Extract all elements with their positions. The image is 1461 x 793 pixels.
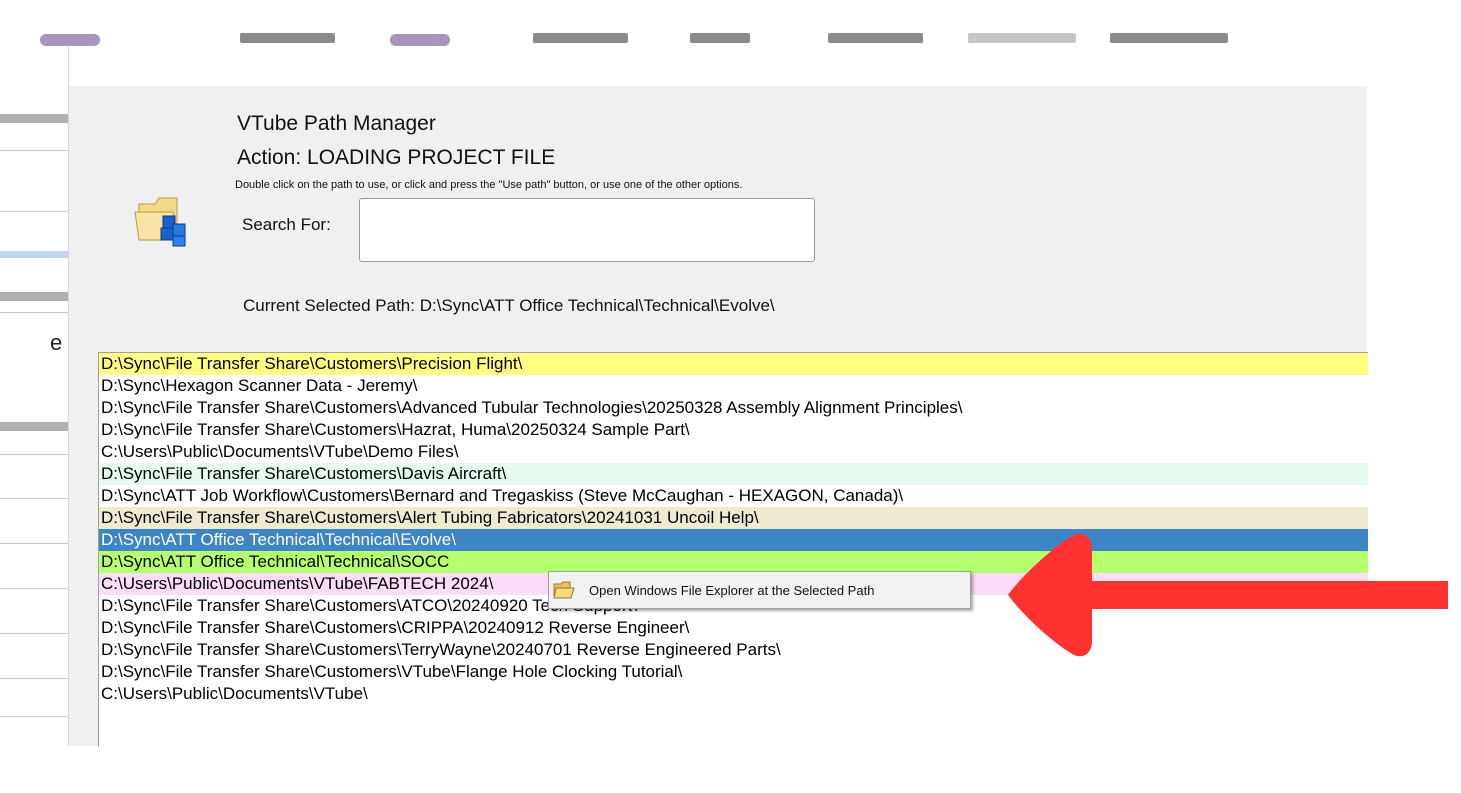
- toolbar-button-load-project[interactable]: [240, 33, 335, 43]
- path-list-item[interactable]: D:\Sync\File Transfer Share\Customers\Ad…: [99, 397, 1368, 419]
- dialog-action: Action: LOADING PROJECT FILE: [237, 146, 556, 169]
- background-left-panel: e: [0, 46, 68, 746]
- toolbar-button-custom-options[interactable]: [1110, 33, 1228, 43]
- toolbar-button-close-project[interactable]: [828, 33, 923, 43]
- dialog-title: VTube Path Manager: [237, 112, 436, 135]
- path-list-item[interactable]: C:\Users\Public\Documents\VTube\Demo Fil…: [99, 441, 1368, 463]
- dialog-header-strip: [69, 46, 1367, 86]
- red-arrow-icon: [1008, 533, 1448, 657]
- search-label: Search For:: [242, 215, 331, 234]
- toolbar-icon: [390, 34, 450, 46]
- toolbar-button-undo[interactable]: [968, 33, 1076, 43]
- folder-open-icon: [553, 581, 575, 599]
- path-list-item[interactable]: D:\Sync\File Transfer Share\Customers\VT…: [99, 661, 1368, 683]
- path-list-item[interactable]: D:\Sync\File Transfer Share\Customers\Al…: [99, 507, 1368, 529]
- dialog-instructions: Double click on the path to use, or clic…: [235, 179, 743, 191]
- path-list-item[interactable]: D:\Sync\Hexagon Scanner Data - Jeremy\: [99, 375, 1368, 397]
- context-menu-item-open-explorer[interactable]: Open Windows File Explorer at the Select…: [589, 583, 874, 598]
- search-input[interactable]: [359, 198, 815, 262]
- background-toolbar: [0, 0, 1366, 48]
- toolbar-button-save-as[interactable]: [690, 33, 750, 43]
- folder-cubes-icon: [134, 197, 186, 247]
- current-selected-path: Current Selected Path: D:\Sync\ATT Offic…: [243, 296, 775, 315]
- background-text-fragment: e: [50, 330, 63, 355]
- toolbar-button-save-project[interactable]: [533, 33, 628, 43]
- path-list-item[interactable]: C:\Users\Public\Documents\VTube\: [99, 683, 1368, 705]
- context-menu: Open Windows File Explorer at the Select…: [548, 571, 971, 609]
- path-list-item[interactable]: D:\Sync\File Transfer Share\Customers\Pr…: [99, 353, 1368, 375]
- toolbar-icon: [40, 34, 100, 46]
- path-list-item[interactable]: D:\Sync\File Transfer Share\Customers\Ha…: [99, 419, 1368, 441]
- path-list-item[interactable]: D:\Sync\File Transfer Share\Customers\Da…: [99, 463, 1368, 485]
- path-list-item[interactable]: D:\Sync\ATT Job Workflow\Customers\Berna…: [99, 485, 1368, 507]
